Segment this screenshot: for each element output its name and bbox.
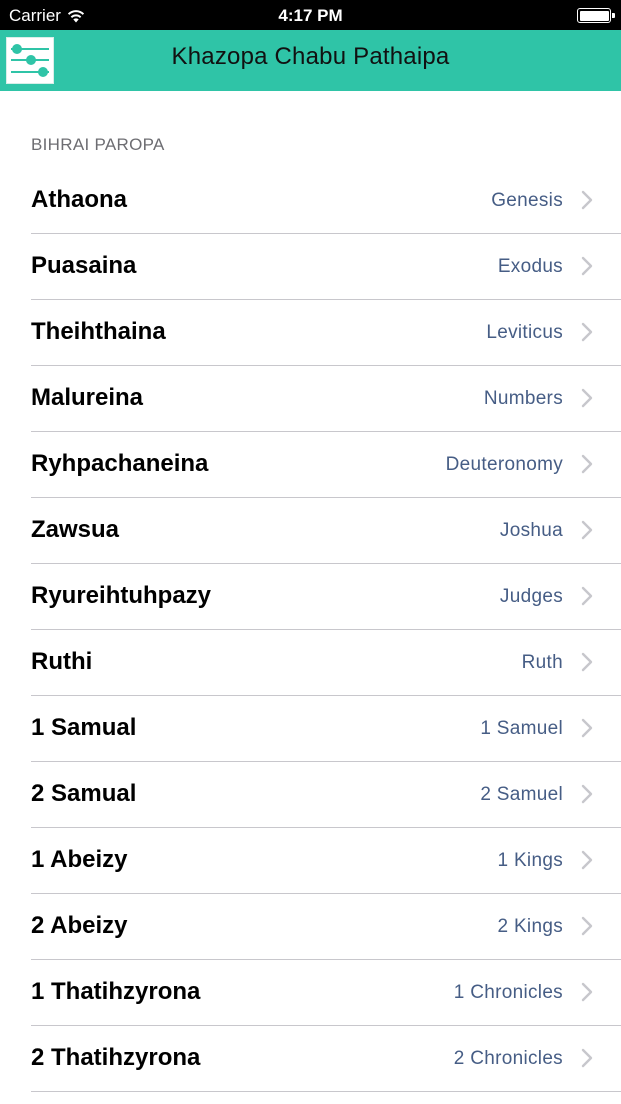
book-title: Malureina [31,384,144,411]
book-detail: Genesis [491,190,563,211]
book-title: 1 Samual [31,714,137,741]
list-item[interactable]: 2 Abeizy 2 Kings [0,894,621,960]
book-detail: 2 Chronicles [453,1048,563,1069]
list-item[interactable]: Theihthaina Leviticus [0,300,621,366]
book-detail: Leviticus [486,322,563,343]
battery-icon [577,8,615,23]
book-title: 2 Samual [31,780,137,807]
chevron-right-icon [581,916,593,936]
menu-button[interactable] [6,37,54,84]
chevron-right-icon [581,388,593,408]
book-detail: 1 Kings [497,850,563,871]
list-item[interactable]: Zawsua Joshua [0,498,621,564]
book-detail: 1 Chronicles [453,982,563,1003]
section-header: BIHRAI PAROPA [31,135,165,154]
list-item[interactable]: Malureina Numbers [0,366,621,432]
book-title: Zawsua [31,516,120,543]
book-detail: Deuteronomy [445,454,563,475]
list-item[interactable]: 1 Samual 1 Samuel [0,696,621,762]
book-title: Puasaina [31,252,137,279]
list-item[interactable]: Ruthi Ruth [0,630,621,696]
book-detail: Joshua [499,520,563,541]
chevron-right-icon [581,1048,593,1068]
book-title: Theihthaina [31,318,166,345]
book-title: Ryureihtuhpazy [31,582,212,609]
list-item[interactable]: Ryureihtuhpazy Judges [0,564,621,630]
list-item[interactable]: 1 Thatihzyrona 1 Chronicles [0,960,621,1026]
book-detail: 1 Samuel [480,718,563,739]
chevron-right-icon [581,718,593,738]
sliders-icon [7,38,53,83]
chevron-right-icon [581,586,593,606]
status-time: 4:17 PM [278,6,343,25]
book-detail: Exodus [497,256,563,277]
list-item[interactable]: 2 Samual 2 Samuel [0,762,621,828]
navigation-bar: Khazopa Chabu Pathaipa [0,30,621,91]
book-title: 1 Abeizy [31,846,128,873]
chevron-right-icon [581,784,593,804]
book-title: 1 Thatihzyrona [31,978,201,1005]
book-detail: 2 Samuel [480,784,563,805]
chevron-right-icon [581,982,593,1002]
chevron-right-icon [581,520,593,540]
book-title: 2 Thatihzyrona [31,1044,201,1071]
book-list: Athaona Genesis Puasaina Exodus Theihthaina L… [0,168,621,1092]
page-title: Khazopa Chabu Pathaipa [171,43,450,70]
book-detail: Numbers [483,388,563,409]
chevron-right-icon [581,850,593,870]
chevron-right-icon [581,190,593,210]
book-title: Ruthi [31,648,93,675]
chevron-right-icon [581,256,593,276]
book-title: 2 Abeizy [31,912,128,939]
list-item[interactable]: Puasaina Exodus [0,234,621,300]
book-detail: Ruth [521,652,563,673]
list-item[interactable]: 1 Abeizy 1 Kings [0,828,621,894]
book-detail: 2 Kings [497,916,563,937]
chevron-right-icon [581,652,593,672]
list-item[interactable]: 2 Thatihzyrona 2 Chronicles [0,1026,621,1092]
book-title: Athaona [31,186,127,213]
chevron-right-icon [581,322,593,342]
book-title: Ryhpachaneina [31,450,209,477]
list-item[interactable]: Ryhpachaneina Deuteronomy [0,432,621,498]
book-detail: Judges [499,586,563,607]
status-bar: Carrier 4:17 PM [0,0,621,30]
chevron-right-icon [581,454,593,474]
list-item[interactable]: Athaona Genesis [0,168,621,234]
